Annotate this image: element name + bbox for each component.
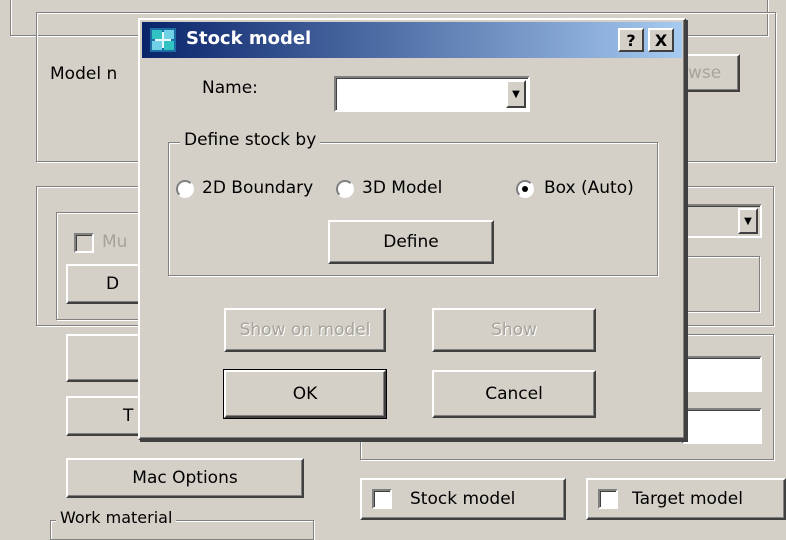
app-icon: [150, 28, 176, 52]
chevron-down-icon[interactable]: ▼: [506, 80, 526, 108]
right-combo[interactable]: ▼: [680, 204, 762, 238]
cancel-label: Cancel: [485, 384, 543, 404]
radio-2d-boundary-label: 2D Boundary: [202, 178, 314, 198]
define-stock-title: Define stock by: [180, 130, 321, 150]
radio-2d-boundary[interactable]: [176, 180, 194, 198]
show-button[interactable]: Show: [432, 308, 596, 352]
mac-options-label: Mac Options: [132, 468, 238, 488]
dialog-titlebar[interactable]: Stock model ? X: [142, 22, 682, 58]
target-model-checkbox: [598, 489, 618, 509]
right-combo-arrow-icon[interactable]: ▼: [738, 208, 758, 234]
radio-box-auto-label: Box (Auto): [544, 178, 634, 198]
show-label: Show: [491, 320, 537, 340]
show-on-model-label: Show on model: [239, 320, 371, 340]
mac-options-button[interactable]: Mac Options: [66, 458, 304, 498]
multi-label: Mu: [102, 232, 128, 252]
dialog-title: Stock model: [186, 28, 312, 49]
ok-label: OK: [292, 384, 318, 404]
work-material-label: Work material: [56, 508, 177, 527]
stock-model-check-label: Stock model: [410, 489, 516, 509]
close-button[interactable]: X: [648, 28, 674, 52]
t-button-label: T: [123, 406, 134, 426]
right-field-box: [680, 256, 760, 312]
help-icon: ?: [626, 30, 636, 50]
d-button-label: D: [106, 274, 120, 294]
show-on-model-button[interactable]: Show on model: [224, 308, 386, 352]
name-combo[interactable]: ▼: [334, 76, 530, 112]
help-button[interactable]: ?: [618, 28, 644, 52]
value-field-1[interactable]: [682, 356, 762, 392]
radio-3d-model[interactable]: [336, 180, 354, 198]
multi-checkbox[interactable]: [74, 233, 94, 253]
value-field-2[interactable]: [682, 408, 762, 444]
model-name-label: Model n: [50, 64, 118, 84]
name-label: Name:: [202, 78, 258, 98]
target-model-check-label: Target model: [632, 489, 743, 509]
cancel-button[interactable]: Cancel: [432, 370, 596, 418]
radio-box-auto[interactable]: [516, 180, 534, 198]
radio-3d-model-label: 3D Model: [362, 178, 443, 198]
target-model-toggle[interactable]: Target model: [586, 478, 786, 520]
ok-button[interactable]: OK: [223, 369, 387, 419]
define-button-label: Define: [383, 232, 439, 252]
define-button[interactable]: Define: [328, 220, 494, 264]
stock-model-dialog: Stock model ? X Name: ▼ Define stock by …: [138, 18, 686, 440]
stock-model-toggle[interactable]: Stock model: [360, 478, 566, 520]
stock-model-checkbox: [372, 489, 392, 509]
browse-button-label: wse: [688, 63, 722, 83]
close-icon: X: [654, 30, 668, 50]
radio-selected-dot: [522, 186, 528, 192]
